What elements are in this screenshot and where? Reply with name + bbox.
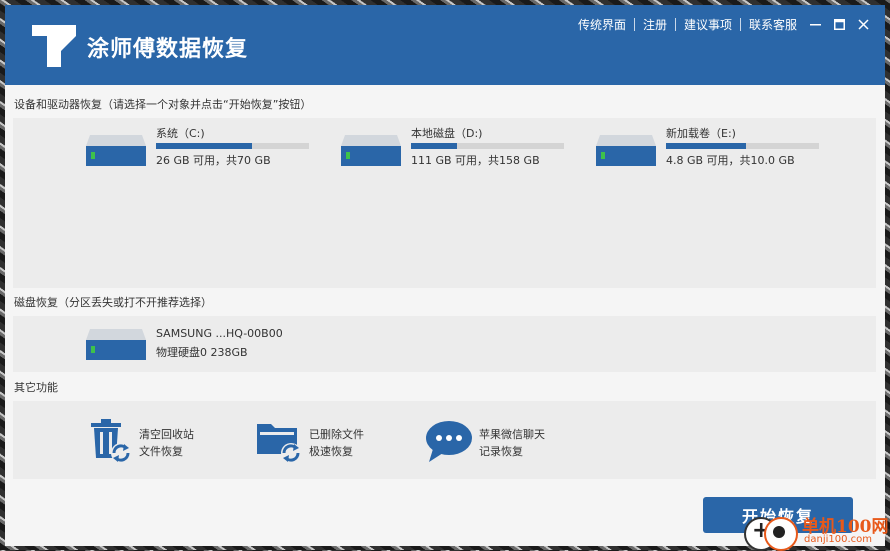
function-label-line1: 苹果微信聊天 bbox=[479, 428, 545, 441]
drives-panel: 系统（C:) 26 GB 可用，共70 GB 本地磁盘（D:) 111 GB 可… bbox=[13, 118, 876, 288]
disk-section-label: 磁盘恢复（分区丢失或打不开推荐选择） bbox=[14, 296, 212, 309]
disk-name: SAMSUNG ...HQ-00B00 bbox=[156, 327, 283, 340]
hard-drive-icon bbox=[86, 135, 146, 166]
drive-usage-fill bbox=[156, 143, 253, 149]
app-logo-icon bbox=[32, 25, 76, 67]
function-label-line1: 清空回收站 bbox=[139, 428, 194, 441]
window-controls bbox=[803, 14, 875, 34]
functions-panel: 清空回收站 文件恢复 已删除文件 极速恢复 苹果微信聊天 记录恢复 bbox=[13, 401, 876, 479]
watermark-dot-icon bbox=[773, 526, 785, 538]
drive-item-c[interactable]: 系统（C:) 26 GB 可用，共70 GB bbox=[86, 125, 316, 167]
nav-divider bbox=[739, 18, 741, 31]
close-icon bbox=[857, 18, 869, 30]
drive-item-e[interactable]: 新加载卷（E:) 4.8 GB 可用，共10.0 GB bbox=[596, 125, 826, 167]
hard-drive-icon bbox=[341, 135, 401, 166]
chat-bubble-icon bbox=[426, 421, 472, 462]
app-title: 涂师傅数据恢复 bbox=[87, 37, 249, 62]
minimize-icon bbox=[809, 23, 821, 25]
nav-register[interactable]: 注册 bbox=[643, 16, 667, 33]
drives-section-label: 设备和驱动器恢复（请选择一个对象并点击“开始恢复”按钮） bbox=[14, 98, 312, 111]
drive-usage-bar bbox=[666, 143, 819, 149]
function-label-line2: 文件恢复 bbox=[139, 445, 183, 458]
function-label-line2: 记录恢复 bbox=[479, 445, 523, 458]
drive-size: 26 GB 可用，共70 GB bbox=[156, 154, 271, 167]
maximize-button[interactable] bbox=[827, 14, 851, 34]
function-label-line2: 极速恢复 bbox=[309, 445, 353, 458]
wechat-chat-history-recovery[interactable]: 苹果微信聊天 记录恢复 bbox=[425, 416, 565, 466]
function-label-line1: 已删除文件 bbox=[309, 428, 364, 441]
nav-contact-support[interactable]: 联系客服 bbox=[749, 16, 797, 33]
drive-usage-fill bbox=[411, 143, 457, 149]
drive-item-d[interactable]: 本地磁盘（D:) 111 GB 可用，共158 GB bbox=[341, 125, 571, 167]
hard-drive-icon bbox=[596, 135, 656, 166]
folder-restore-icon bbox=[257, 424, 301, 463]
disk-panel: SAMSUNG ...HQ-00B00 物理硬盘0 238GB bbox=[13, 316, 876, 372]
physical-disk-item[interactable]: SAMSUNG ...HQ-00B00 物理硬盘0 238GB bbox=[86, 327, 316, 367]
deleted-files-fast-recovery[interactable]: 已删除文件 极速恢复 bbox=[255, 416, 385, 466]
hard-drive-icon bbox=[86, 329, 146, 360]
top-nav: 传统界面 注册 建议事项 联系客服 bbox=[578, 16, 797, 33]
nav-divider bbox=[674, 18, 676, 31]
empty-recycle-bin-recovery[interactable]: 清空回收站 文件恢复 bbox=[85, 416, 215, 466]
drive-name: 本地磁盘（D:) bbox=[411, 127, 483, 140]
drive-name: 新加载卷（E:) bbox=[666, 127, 736, 140]
drive-size: 111 GB 可用，共158 GB bbox=[411, 154, 540, 167]
title-bar: 涂师傅数据恢复 传统界面 注册 建议事项 联系客服 bbox=[5, 5, 885, 85]
drive-name: 系统（C:) bbox=[156, 127, 205, 140]
nav-divider bbox=[633, 18, 635, 31]
close-button[interactable] bbox=[851, 14, 875, 34]
watermark-url: danji100.com bbox=[804, 534, 872, 545]
drive-usage-bar bbox=[156, 143, 309, 149]
recycle-bin-icon bbox=[91, 419, 131, 463]
minimize-button[interactable] bbox=[803, 14, 827, 34]
app-window: 涂师傅数据恢复 传统界面 注册 建议事项 联系客服 设备和驱动器恢复（请选择一个… bbox=[5, 5, 885, 546]
nav-suggestions[interactable]: 建议事项 bbox=[684, 16, 732, 33]
maximize-icon bbox=[833, 18, 845, 30]
drive-usage-fill bbox=[666, 143, 746, 149]
other-section-label: 其它功能 bbox=[14, 381, 58, 394]
site-watermark: + 单机100网 danji100.com bbox=[740, 505, 890, 551]
nav-classic-ui[interactable]: 传统界面 bbox=[578, 16, 626, 33]
disk-size: 物理硬盘0 238GB bbox=[156, 346, 248, 359]
drive-usage-bar bbox=[411, 143, 564, 149]
drive-size: 4.8 GB 可用，共10.0 GB bbox=[666, 154, 795, 167]
